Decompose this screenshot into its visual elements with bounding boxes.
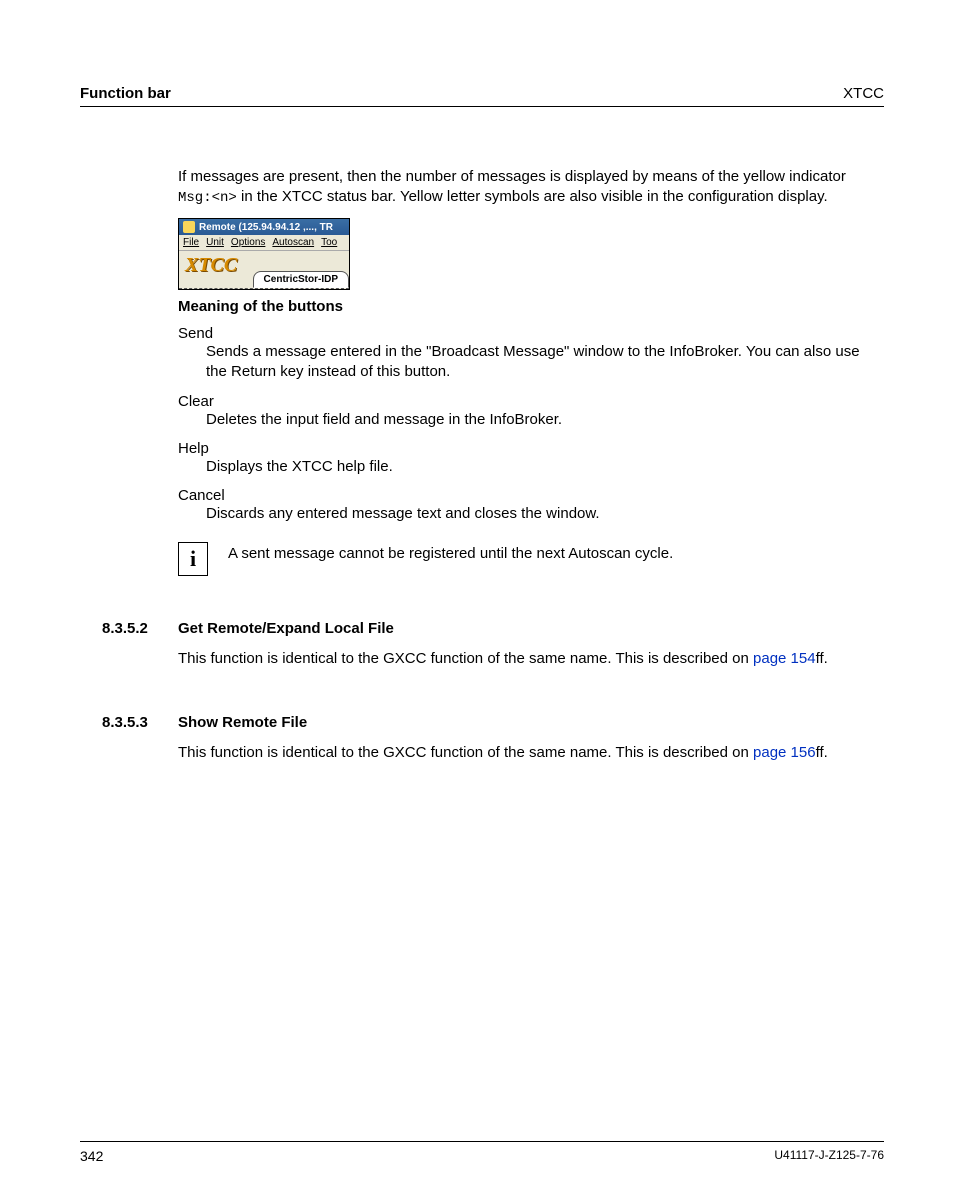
xtcc-logo: XTCC	[179, 254, 237, 277]
def-help: Displays the XTCC help file.	[206, 457, 874, 477]
intro-pre: If messages are present, then the number…	[178, 168, 846, 185]
info-icon: i	[178, 542, 208, 576]
menu-file[interactable]: File	[183, 237, 199, 248]
intro-post: in the XTCC status bar. Yellow letter sy…	[237, 188, 828, 205]
dashed-divider	[179, 288, 349, 289]
term-clear: Clear	[178, 393, 874, 410]
window-titlebar: Remote (125.94.94.12 ,..., TR	[179, 219, 349, 235]
info-note: i A sent message cannot be registered un…	[178, 542, 874, 576]
header-section-title: Function bar	[80, 85, 171, 102]
menu-autoscan[interactable]: Autoscan	[272, 237, 314, 248]
sec1-pre: This function is identical to the GXCC f…	[178, 650, 753, 667]
term-help: Help	[178, 440, 874, 457]
section-8-3-5-2: 8.3.5.2 Get Remote/Expand Local File	[80, 620, 874, 637]
link-page-156[interactable]: page 156	[753, 744, 816, 761]
section-8-3-5-2-body: This function is identical to the GXCC f…	[178, 649, 874, 669]
page-number: 342	[80, 1148, 103, 1164]
def-send: Sends a message entered in the "Broadcas…	[206, 342, 874, 383]
window-body: XTCC CentricStor-IDP	[179, 251, 349, 289]
main-content: If messages are present, then the number…	[178, 167, 874, 763]
window-title-text: Remote (125.94.94.12 ,..., TR	[199, 222, 333, 233]
sec2-post: ff.	[816, 744, 828, 761]
section-number: 8.3.5.3	[80, 714, 156, 731]
doc-id: U41117-J-Z125-7-76	[774, 1148, 884, 1164]
info-note-text: A sent message cannot be registered unti…	[228, 542, 673, 564]
intro-code: Msg:<n>	[178, 190, 237, 206]
intro-paragraph: If messages are present, then the number…	[178, 167, 874, 208]
menu-unit[interactable]: Unit	[206, 237, 224, 248]
page-header: Function bar XTCC	[80, 85, 884, 107]
section-8-3-5-3: 8.3.5.3 Show Remote File	[80, 714, 874, 731]
section-8-3-5-3-body: This function is identical to the GXCC f…	[178, 743, 874, 763]
app-icon	[183, 221, 195, 233]
embedded-screenshot: Remote (125.94.94.12 ,..., TR File Unit …	[178, 218, 874, 290]
page-footer: 342 U41117-J-Z125-7-76	[80, 1141, 884, 1164]
section-title: Get Remote/Expand Local File	[178, 620, 394, 637]
menu-tools[interactable]: Too	[321, 237, 337, 248]
section-title: Show Remote File	[178, 714, 307, 731]
header-product-name: XTCC	[843, 85, 884, 102]
def-cancel: Discards any entered message text and cl…	[206, 504, 874, 524]
meaning-heading: Meaning of the buttons	[178, 298, 874, 315]
centricstor-tab[interactable]: CentricStor-IDP	[253, 271, 349, 288]
section-number: 8.3.5.2	[80, 620, 156, 637]
sec1-post: ff.	[816, 650, 828, 667]
term-send: Send	[178, 325, 874, 342]
sec2-pre: This function is identical to the GXCC f…	[178, 744, 753, 761]
term-cancel: Cancel	[178, 487, 874, 504]
link-page-154[interactable]: page 154	[753, 650, 816, 667]
menu-bar: File Unit Options Autoscan Too	[179, 235, 349, 251]
def-clear: Deletes the input field and message in t…	[206, 410, 874, 430]
menu-options[interactable]: Options	[231, 237, 265, 248]
xtcc-window: Remote (125.94.94.12 ,..., TR File Unit …	[178, 218, 350, 290]
